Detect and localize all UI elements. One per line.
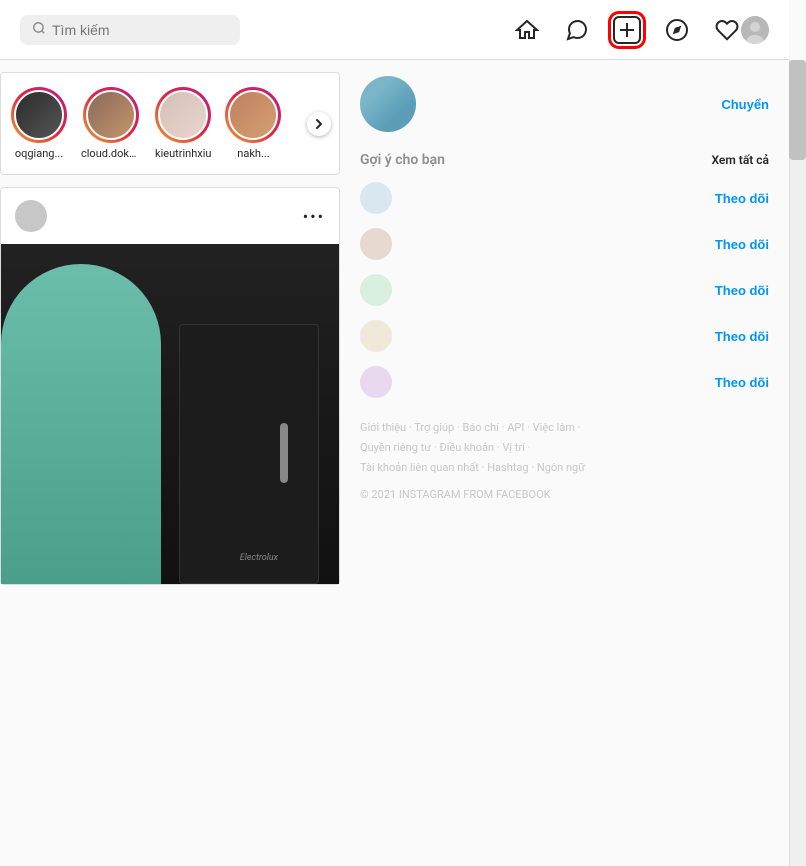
follow-button-3[interactable]: Theo dõi [715, 283, 769, 298]
follow-button-5[interactable]: Theo dõi [715, 375, 769, 390]
footer-links-row-1: Giới thiệu · Trợ giúp · Báo chí · API · … [360, 418, 769, 438]
messenger-nav-icon[interactable] [563, 16, 591, 44]
story-avatar-image [14, 90, 64, 140]
follow-button-2[interactable]: Theo dõi [715, 237, 769, 252]
footer-links-row-3: Tài khoản liên quan nhất · Hashtag · Ngô… [360, 458, 769, 478]
footer-link-location[interactable]: Vị trí [502, 441, 524, 454]
sidebar-profile-avatar[interactable] [360, 76, 416, 132]
footer-link-terms[interactable]: Điều khoản [439, 441, 494, 454]
switch-account-button[interactable]: Chuyển [721, 97, 769, 112]
suggestion-avatar[interactable] [360, 228, 392, 260]
story-avatar-ring [83, 87, 139, 143]
story-avatar-image [228, 90, 278, 140]
story-username: cloud.dokh... [81, 147, 141, 160]
story-item[interactable]: kieutrinhxiu [155, 87, 211, 160]
search-box[interactable] [20, 15, 240, 45]
footer-link-api[interactable]: API [507, 421, 524, 434]
sidebar-avatar-image [360, 76, 416, 132]
post-user-avatar[interactable] [15, 200, 47, 232]
sidebar-profile-row: Chuyển [360, 76, 769, 132]
story-item[interactable]: cloud.dokh... [81, 87, 141, 160]
suggestion-left [360, 274, 402, 306]
search-icon [32, 21, 46, 39]
header-right [741, 16, 769, 44]
post-image-content: Electrolux [1, 244, 339, 584]
header-left [20, 15, 513, 45]
story-item[interactable]: oqgiang... [11, 87, 67, 160]
suggestion-left [360, 366, 402, 398]
create-nav-icon[interactable] [613, 16, 641, 44]
footer-links-row-2: Quyền riêng tư · Điều khoản · Vị trí · [360, 438, 769, 458]
follow-button-1[interactable]: Theo dõi [715, 191, 769, 206]
post-header-left [15, 200, 57, 232]
appliance-handle [280, 423, 288, 483]
suggestion-left [360, 320, 402, 352]
person-silhouette [1, 264, 161, 584]
story-item[interactable]: nakh... [225, 87, 281, 160]
scrollbar[interactable] [789, 60, 806, 866]
appliance-brand-label: Electrolux [240, 553, 278, 563]
likes-nav-icon[interactable] [713, 16, 741, 44]
stories-row: oqgiang... cloud.dokh... kieutrinhxiu na… [0, 72, 340, 175]
post-image: Electrolux [1, 244, 339, 584]
search-input[interactable] [52, 22, 212, 38]
footer-link-language[interactable]: Ngôn ngữ [537, 461, 585, 474]
post-card: ••• Electrolux [0, 187, 340, 585]
main-container: oqgiang... cloud.dokh... kieutrinhxiu na… [0, 60, 789, 806]
feed-area: oqgiang... cloud.dokh... kieutrinhxiu na… [0, 60, 340, 806]
profile-avatar[interactable] [741, 16, 769, 44]
suggestions-title: Gợi ý cho bạn [360, 152, 445, 168]
footer-link-help[interactable]: Trợ giúp [414, 421, 454, 434]
suggestion-left [360, 182, 402, 214]
suggestion-avatar[interactable] [360, 274, 392, 306]
story-avatar-image [158, 90, 208, 140]
suggestion-item-5: Theo dõi [360, 366, 769, 398]
footer-link-about[interactable]: Giới thiệu [360, 421, 406, 434]
suggestions-header: Gợi ý cho bạn Xem tất cả [360, 152, 769, 168]
story-avatar-ring [11, 87, 67, 143]
footer-link-accounts[interactable]: Tài khoản liên quan nhất [360, 461, 479, 474]
story-username: oqgiang... [15, 147, 63, 160]
suggestion-item-3: Theo dõi [360, 274, 769, 306]
suggestion-left [360, 228, 402, 260]
right-sidebar: Chuyển Gợi ý cho bạn Xem tất cả Theo dõi [340, 60, 789, 806]
suggestion-avatar[interactable] [360, 182, 392, 214]
stories-next-button[interactable] [307, 112, 331, 136]
footer-link-privacy[interactable]: Quyền riêng tư [360, 441, 431, 454]
footer-link-press[interactable]: Báo chí [462, 421, 498, 434]
story-username: kieutrinhxiu [155, 147, 211, 160]
story-username: nakh... [237, 147, 269, 160]
home-nav-icon[interactable] [513, 16, 541, 44]
follow-button-4[interactable]: Theo dõi [715, 329, 769, 344]
suggestion-avatar[interactable] [360, 366, 392, 398]
footer-link-hashtag[interactable]: Hashtag [487, 461, 528, 474]
footer-links: Giới thiệu · Trợ giúp · Báo chí · API · … [360, 418, 769, 505]
footer-copyright: © 2021 INSTAGRAM FROM FACEBOOK [360, 485, 769, 505]
suggestion-avatar[interactable] [360, 320, 392, 352]
story-avatar-image [86, 90, 136, 140]
see-all-suggestions-link[interactable]: Xem tất cả [711, 153, 769, 167]
story-avatar-ring [225, 87, 281, 143]
post-header: ••• [1, 188, 339, 244]
footer-link-jobs[interactable]: Việc làm [533, 421, 575, 434]
suggestion-item-4: Theo dõi [360, 320, 769, 352]
explore-nav-icon[interactable] [663, 16, 691, 44]
story-avatar-ring [155, 87, 211, 143]
suggestion-item-2: Theo dõi [360, 228, 769, 260]
appliance-shape: Electrolux [179, 324, 319, 584]
scrollbar-thumb[interactable] [789, 60, 806, 160]
post-more-button[interactable]: ••• [303, 207, 325, 226]
suggestion-item-1: Theo dõi [360, 182, 769, 214]
header-center [513, 16, 741, 44]
header [0, 0, 789, 60]
